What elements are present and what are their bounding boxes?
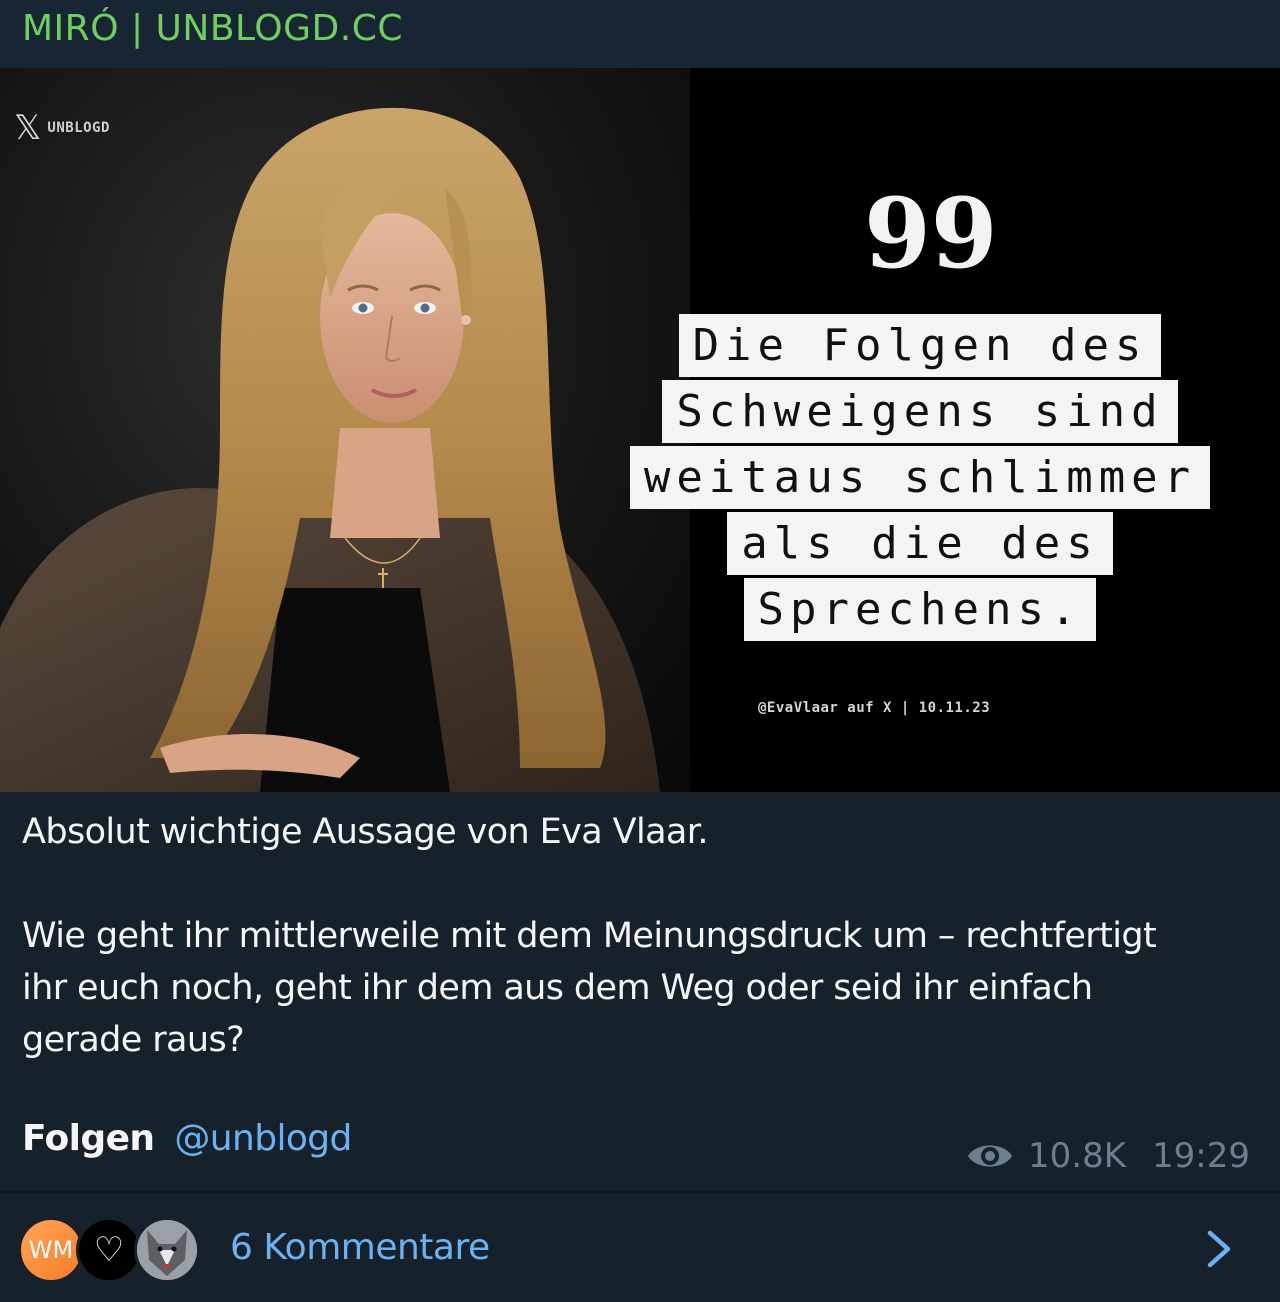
watermark-handle: UNBLOGD: [47, 120, 110, 136]
post-time: 19:29: [1152, 1136, 1250, 1176]
quote-line: als die des: [727, 512, 1113, 575]
eye-icon: [968, 1145, 1013, 1167]
post-text: Absolut wichtige Aussage von Eva Vlaar. …: [22, 806, 1258, 1066]
avatar: [134, 1217, 200, 1283]
view-count: 10.8K: [1028, 1136, 1127, 1176]
quote-text: Die Folgen des Schweigens sind weitaus s…: [610, 314, 1230, 644]
quote-line: Sprechens.: [743, 578, 1097, 641]
channel-header: MIRÓ | UNBLOGD.CC: [0, 0, 1280, 68]
quote-line: weitaus schlimmer: [629, 446, 1211, 509]
post-line: ihr euch noch, geht ihr dem aus dem Weg …: [22, 968, 1093, 1008]
follow-line: Folgen @unblogd: [22, 1118, 352, 1159]
x-logo-icon: 𝕏: [14, 108, 42, 148]
chevron-right-icon[interactable]: [1204, 1229, 1234, 1269]
wolf-icon: [137, 1220, 197, 1280]
comments-count[interactable]: 6 Kommentare: [230, 1227, 490, 1268]
comments-bar[interactable]: WM ♡ 6 Kommentare: [0, 1193, 1280, 1302]
quote-line: Die Folgen des: [678, 314, 1162, 377]
portrait-photo: 𝕏 UNBLOGD: [0, 68, 690, 792]
post-line: gerade raus?: [22, 1020, 245, 1060]
x-watermark: 𝕏 UNBLOGD: [14, 108, 110, 148]
post-line: Absolut wichtige Aussage von Eva Vlaar.: [22, 812, 708, 852]
quote-line: Schweigens sind: [662, 380, 1178, 443]
avatar: WM: [18, 1217, 84, 1283]
channel-name[interactable]: MIRÓ | UNBLOGD.CC: [22, 8, 403, 49]
quote-mark-icon: 99: [864, 177, 998, 290]
avatar: ♡: [76, 1217, 142, 1283]
post-line: Wie geht ihr mittlerweile mit dem Meinun…: [22, 916, 1157, 956]
portrait-illustration: [0, 107, 660, 792]
quote-source: @EvaVlaar auf X | 10.11.23: [758, 700, 991, 716]
mention-link[interactable]: @unblogd: [174, 1118, 352, 1159]
follow-label: Folgen: [22, 1118, 155, 1159]
commenter-avatars: WM ♡: [18, 1217, 208, 1283]
post-meta: 10.8K 19:29: [966, 1136, 1250, 1176]
post-image[interactable]: 𝕏 UNBLOGD 99 Die Folgen des Schweigens s…: [0, 68, 1280, 792]
